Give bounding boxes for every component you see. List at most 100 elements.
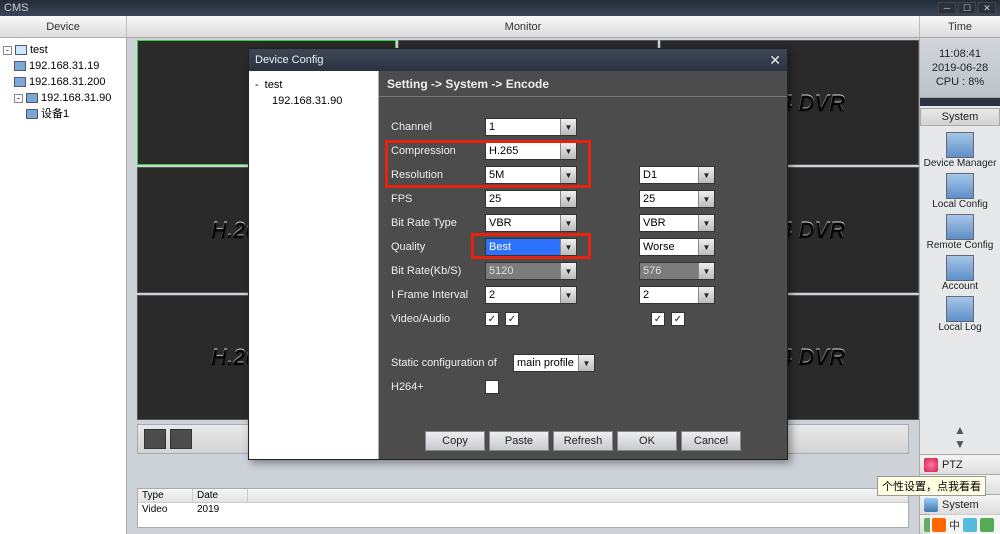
tab-system[interactable]: System [920, 494, 1000, 514]
log-table: Type Date Video 2019 [137, 488, 909, 528]
cancel-button[interactable]: Cancel [681, 431, 741, 451]
label-quality: Quality [391, 241, 479, 253]
iframe2-select[interactable]: 2▼ [639, 286, 715, 304]
copy-button[interactable]: Copy [425, 431, 485, 451]
tab-ptz[interactable]: PTZ [920, 454, 1000, 474]
chevron-down-icon[interactable]: ▼ [698, 215, 714, 231]
tree-ip-label: 192.168.31.90 [41, 90, 111, 106]
breadcrumb: Setting -> System -> Encode [379, 71, 787, 97]
local-config-icon [946, 173, 974, 199]
tab-time[interactable]: Time [919, 16, 1000, 37]
label-resolution: Resolution [391, 169, 479, 181]
clock-cpu: CPU : 8% [936, 75, 984, 89]
tray-icon[interactable] [980, 518, 994, 532]
chevron-down-icon[interactable]: ▼ [560, 263, 576, 279]
launch-local-log[interactable]: Local Log [920, 296, 1000, 333]
tree-item[interactable]: 192.168.31.200 [2, 74, 124, 90]
dialog-close-icon[interactable]: ✕ [769, 52, 781, 69]
compression-select[interactable]: H.265▼ [485, 142, 577, 160]
chevron-down-icon[interactable]: ▼ [560, 167, 576, 183]
chevron-down-icon[interactable]: ▼ [560, 119, 576, 135]
bitrate-select[interactable]: 5120▼ [485, 262, 577, 280]
chevron-down-icon[interactable]: ▼ [698, 263, 714, 279]
dialog-tree-node[interactable]: 192.168.31.90 [255, 93, 372, 109]
launch-local-config[interactable]: Local Config [920, 173, 1000, 210]
tree-item[interactable]: - 192.168.31.90 [2, 90, 124, 106]
chevron-down-icon[interactable]: ▼ [698, 191, 714, 207]
remote-config-icon [946, 214, 974, 240]
maximize-button[interactable]: ☐ [958, 2, 976, 14]
dialog-title: Device Config [255, 54, 323, 66]
minimize-button[interactable]: ─ [938, 2, 956, 14]
chevron-down-icon[interactable]: ▼ [560, 143, 576, 159]
expand-icon[interactable]: - [3, 46, 12, 55]
device-icon [14, 61, 26, 71]
device-tree-panel: - test 192.168.31.19 192.168.31.200 - 19… [0, 38, 127, 534]
system-tray: 中 [930, 514, 1000, 534]
layout-2x2-button[interactable] [170, 429, 192, 449]
brtype-select[interactable]: VBR▼ [485, 214, 577, 232]
chevron-down-icon[interactable]: ▼ [698, 239, 714, 255]
tray-zh-label[interactable]: 中 [949, 517, 960, 533]
close-button[interactable]: ✕ [978, 2, 996, 14]
brtype2-select[interactable]: VBR▼ [639, 214, 715, 232]
scroll-arrows[interactable]: ▲▼ [920, 420, 1000, 454]
clock-time: 11:08:41 [939, 47, 981, 61]
audio1-checkbox[interactable]: ✓ [505, 312, 519, 326]
channel-select[interactable]: 1▼ [485, 118, 577, 136]
fps2-select[interactable]: 25▼ [639, 190, 715, 208]
h264plus-checkbox[interactable] [485, 380, 499, 394]
paste-button[interactable]: Paste [489, 431, 549, 451]
refresh-button[interactable]: Refresh [553, 431, 613, 451]
static-profile-select[interactable]: main profile▼ [513, 354, 595, 372]
system-header[interactable]: System [920, 108, 1000, 126]
chevron-down-icon[interactable]: ▼ [698, 167, 714, 183]
chevron-down-icon[interactable]: ▼ [560, 215, 576, 231]
video2-checkbox[interactable]: ✓ [651, 312, 665, 326]
tree-root[interactable]: - test [2, 42, 124, 58]
expand-icon[interactable]: - [14, 94, 23, 103]
tree-ip-label: 192.168.31.200 [29, 74, 105, 90]
chevron-down-icon[interactable]: ▼ [560, 239, 576, 255]
iframe-select[interactable]: 2▼ [485, 286, 577, 304]
col-date[interactable]: Date [193, 489, 248, 502]
local-log-icon [946, 296, 974, 322]
fps-select[interactable]: 25▼ [485, 190, 577, 208]
resolution-select[interactable]: 5M▼ [485, 166, 577, 184]
dialog-tree-root[interactable]: - test [255, 77, 372, 93]
chevron-down-icon[interactable]: ▼ [560, 287, 576, 303]
bitrate2-select[interactable]: 576▼ [639, 262, 715, 280]
tree-item[interactable]: 192.168.31.19 [2, 58, 124, 74]
dialog-tree: - test 192.168.31.90 [249, 71, 379, 459]
quality-select[interactable]: Best▼ [485, 238, 577, 256]
video1-checkbox[interactable]: ✓ [485, 312, 499, 326]
tray-sogou-icon[interactable] [932, 518, 946, 532]
quality2-select[interactable]: Worse▼ [639, 238, 715, 256]
col-type[interactable]: Type [138, 489, 193, 502]
audio2-checkbox[interactable]: ✓ [671, 312, 685, 326]
right-panel: 11:08:41 2019-06-28 CPU : 8% System Devi… [919, 38, 1000, 534]
label-bitrate: Bit Rate(Kb/S) [391, 265, 479, 277]
chevron-down-icon[interactable]: ▼ [560, 191, 576, 207]
launch-remote-config[interactable]: Remote Config [920, 214, 1000, 251]
resolution2-select[interactable]: D1▼ [639, 166, 715, 184]
label-fps: FPS [391, 193, 479, 205]
tab-monitor[interactable]: Monitor [127, 16, 919, 37]
clock-date: 2019-06-28 [932, 61, 988, 75]
layout-1x1-button[interactable] [144, 429, 166, 449]
label-brtype: Bit Rate Type [391, 217, 479, 229]
ok-button[interactable]: OK [617, 431, 677, 451]
launch-account[interactable]: Account [920, 255, 1000, 292]
device-icon [15, 45, 27, 55]
chevron-down-icon[interactable]: ▼ [578, 355, 594, 371]
expand-icon[interactable]: - [255, 77, 259, 93]
tab-device[interactable]: Device [0, 16, 127, 37]
chevron-down-icon[interactable]: ▼ [698, 287, 714, 303]
tray-icon[interactable] [963, 518, 977, 532]
tray-tooltip: 个性设置，点我看看 [877, 476, 986, 496]
dialog-titlebar[interactable]: Device Config ✕ [249, 49, 787, 71]
launch-device-manager[interactable]: Device Manager [920, 132, 1000, 169]
device-icon [26, 93, 38, 103]
device-config-dialog: Device Config ✕ - test 192.168.31.90 Set… [248, 48, 788, 460]
tree-sub-item[interactable]: 设备1 [2, 106, 124, 122]
